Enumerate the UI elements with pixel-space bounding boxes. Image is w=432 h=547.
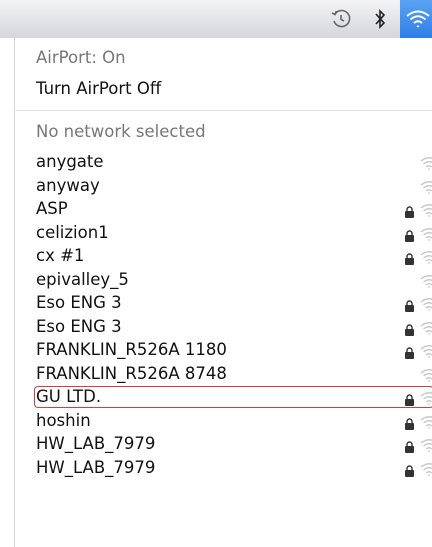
wifi-signal-icon	[420, 320, 432, 335]
network-item[interactable]: HW_LAB_7979	[36, 433, 432, 455]
network-name: anyway	[36, 175, 100, 195]
no-network-header: No network selected	[36, 122, 206, 141]
lock-icon	[404, 344, 415, 359]
network-name: Eso ENG 3	[36, 293, 122, 312]
turn-airport-off-item[interactable]: Turn AirPort Off	[36, 78, 426, 100]
network-name: FRANKLIN_R526A 8748	[36, 363, 227, 383]
network-name: epivalley_5	[36, 269, 129, 289]
network-item[interactable]: HW_LAB_7979	[36, 457, 432, 479]
wifi-signal-icon	[420, 226, 432, 241]
lock-icon	[404, 227, 415, 242]
network-name: HW_LAB_7979	[36, 457, 156, 477]
lock-icon	[404, 250, 415, 265]
network-item[interactable]: anyway	[36, 175, 432, 197]
network-item[interactable]: anygate	[36, 151, 432, 173]
network-name: ASP	[36, 199, 68, 218]
wifi-signal-icon	[420, 296, 432, 311]
wifi-signal-icon	[420, 414, 432, 429]
lock-icon	[404, 297, 415, 312]
lock-icon	[404, 203, 415, 218]
lock-icon	[404, 415, 415, 430]
network-name: anygate	[36, 152, 104, 171]
wifi-signal-icon	[420, 202, 432, 217]
network-item[interactable]: Eso ENG 3	[36, 316, 432, 338]
menu-bar	[0, 0, 432, 39]
network-item[interactable]: FRANKLIN_R526A 1180	[36, 339, 432, 361]
wifi-signal-icon	[420, 343, 432, 358]
network-item[interactable]: epivalley_5	[36, 269, 432, 291]
wifi-signal-icon	[420, 249, 432, 264]
lock-icon	[404, 321, 415, 336]
wifi-icon[interactable]	[400, 0, 432, 38]
network-name: FRANKLIN_R526A 1180	[36, 340, 227, 359]
network-item[interactable]: FRANKLIN_R526A 8748	[36, 363, 432, 385]
network-item[interactable]: Eso ENG 3	[36, 292, 432, 314]
lock-icon	[404, 462, 415, 477]
bluetooth-icon[interactable]	[370, 0, 390, 38]
wifi-signal-icon	[420, 461, 432, 476]
wifi-signal-icon	[420, 437, 432, 452]
airport-status: AirPort: On	[36, 48, 126, 67]
lock-icon	[404, 438, 415, 453]
highlighted-network-outline	[34, 386, 432, 408]
network-name: Eso ENG 3	[36, 316, 122, 336]
network-item[interactable]: ASP	[36, 198, 432, 220]
wifi-signal-icon	[420, 155, 432, 170]
network-item[interactable]: cx #1	[36, 245, 432, 267]
wifi-signal-icon	[420, 179, 432, 194]
network-name: HW_LAB_7979	[36, 434, 156, 453]
network-name: hoshin	[36, 410, 91, 430]
network-name: celizion1	[36, 222, 109, 242]
network-item[interactable]: celizion1	[36, 222, 432, 244]
wifi-signal-icon	[420, 273, 432, 288]
menu-separator	[14, 110, 432, 111]
time-machine-icon[interactable]	[326, 0, 356, 38]
wifi-signal-icon	[420, 367, 432, 382]
network-item[interactable]: hoshin	[36, 410, 432, 432]
menu-edge	[14, 38, 15, 547]
network-name: cx #1	[36, 246, 85, 265]
